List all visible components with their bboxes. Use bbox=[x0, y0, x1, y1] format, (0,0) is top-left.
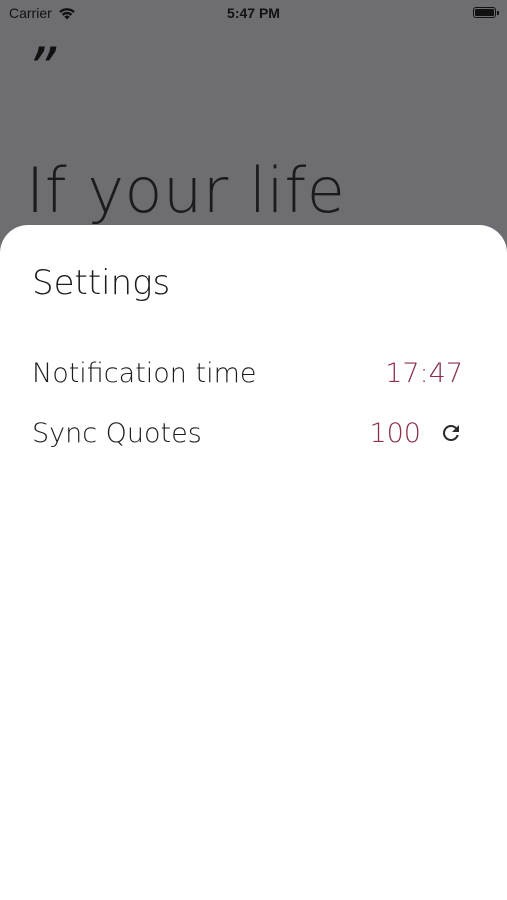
notification-time-label: Notification time bbox=[32, 357, 257, 389]
sync-quotes-count: 100 bbox=[369, 417, 421, 449]
battery-icon bbox=[473, 7, 499, 18]
sync-quotes-controls: 100 bbox=[369, 418, 463, 449]
settings-sheet: Settings Notification time 17:47 Sync Qu… bbox=[0, 225, 507, 900]
settings-title: Settings bbox=[32, 263, 171, 303]
sync-quotes-row: Sync Quotes 100 bbox=[32, 413, 463, 453]
status-clock: 5:47 PM bbox=[227, 5, 280, 21]
status-bar: Carrier 5:47 PM bbox=[0, 0, 507, 28]
quote-mark: ” bbox=[26, 35, 57, 103]
notification-time-row[interactable]: Notification time 17:47 bbox=[32, 353, 463, 393]
refresh-icon[interactable] bbox=[439, 421, 463, 445]
sync-quotes-label: Sync Quotes bbox=[32, 417, 202, 449]
notification-time-value[interactable]: 17:47 bbox=[385, 358, 463, 389]
quote-text: If your life bbox=[26, 154, 346, 227]
